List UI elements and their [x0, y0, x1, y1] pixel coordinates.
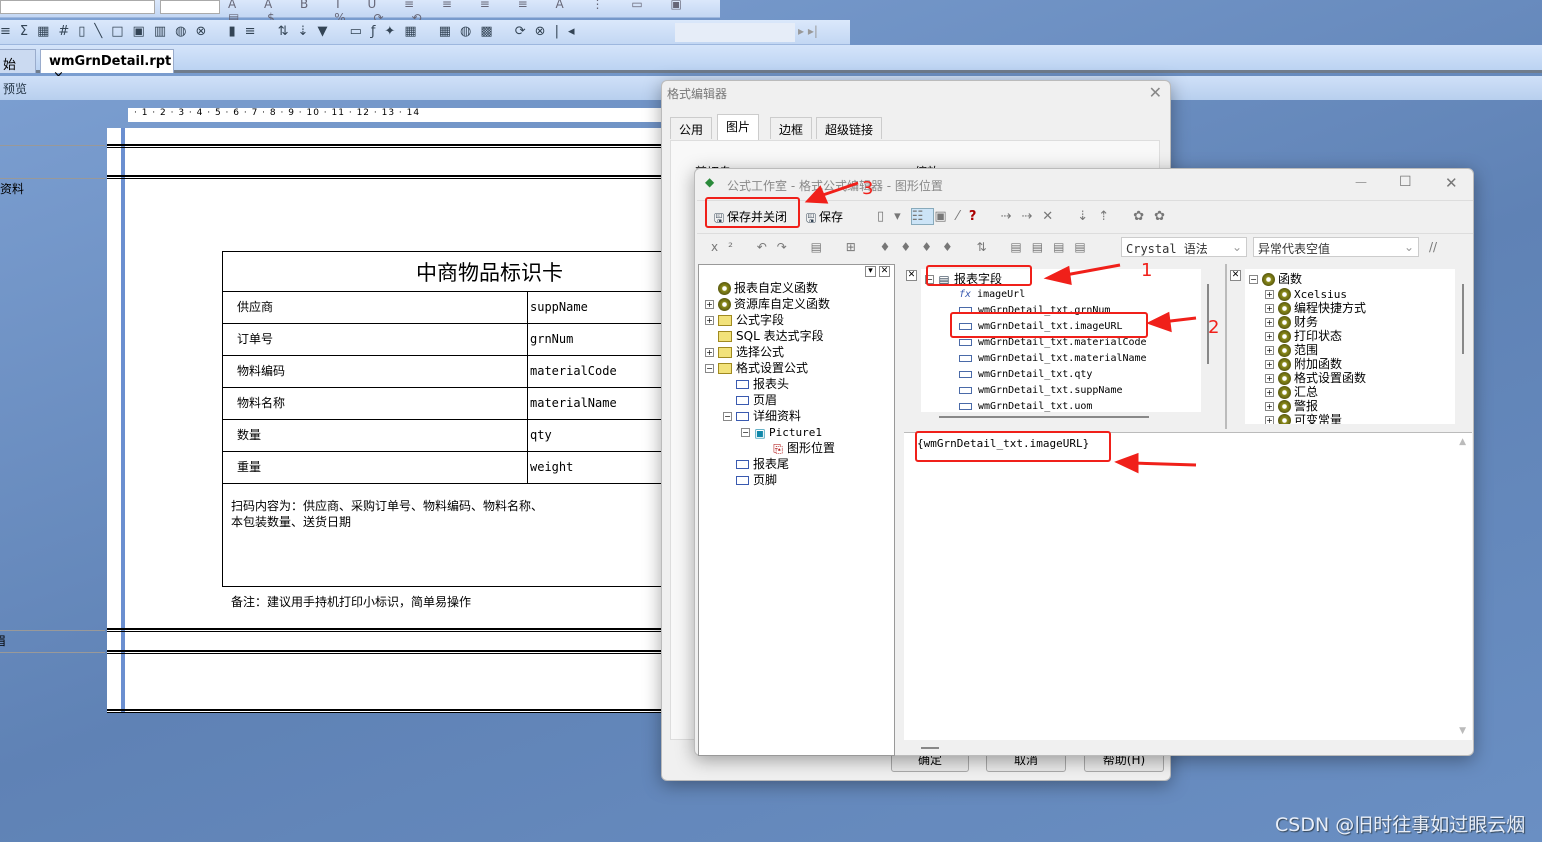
arrow-3 [819, 181, 859, 198]
arrow-formula [1131, 461, 1197, 467]
arrow-3-head [804, 185, 829, 204]
watermark: CSDN @旧时往事如过眼云烟 [1275, 814, 1526, 836]
arrow-2-head [1146, 311, 1172, 333]
arrow-1-head [1043, 265, 1072, 285]
arrow-formula-head [1114, 452, 1139, 474]
annotation-arrows [804, 181, 1197, 474]
